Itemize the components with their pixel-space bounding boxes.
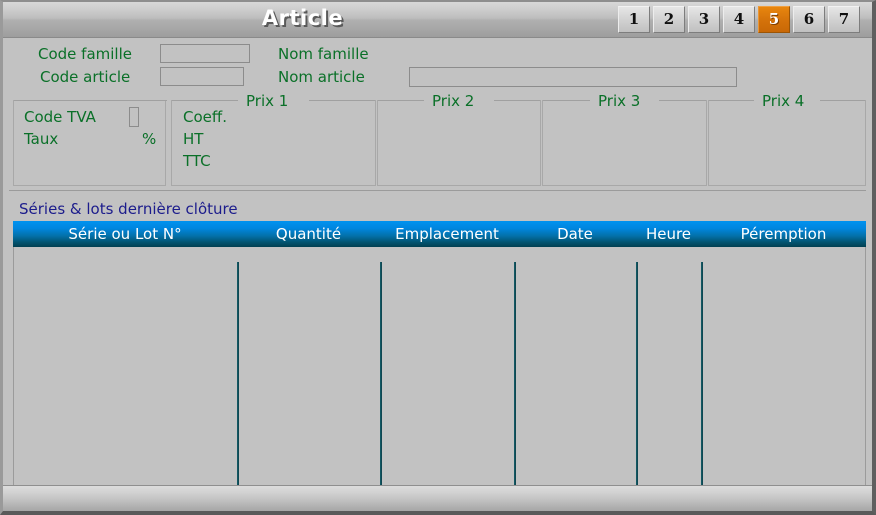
code-famille-label: Code famille	[38, 45, 132, 63]
prix-1-coeff-label: Coeff.	[183, 108, 227, 126]
nom-famille-label: Nom famille	[278, 45, 369, 63]
application-window: Article 1 2 3 4 5 6 7 Code famille Nom f…	[0, 0, 876, 515]
prix-2-title: Prix 2	[426, 92, 481, 110]
grid-column-header-serie[interactable]: Série ou Lot N°	[13, 221, 237, 247]
series-section-divider	[9, 190, 866, 191]
nav-button-4[interactable]: 4	[723, 6, 755, 33]
prix-4-group	[708, 100, 866, 186]
code-tva-input[interactable]	[129, 107, 139, 127]
taux-percent-symbol: %	[142, 130, 157, 148]
grid-column-header-date[interactable]: Date	[514, 221, 636, 247]
grid-column-divider-4	[636, 262, 638, 488]
prix-3-title: Prix 3	[592, 92, 647, 110]
series-section-caption: Séries & lots dernière clôture	[19, 200, 238, 218]
nav-button-6[interactable]: 6	[793, 6, 825, 33]
status-bar	[3, 485, 872, 511]
taux-label: Taux	[24, 130, 59, 148]
nom-article-label: Nom article	[278, 68, 365, 86]
grid-column-divider-3	[514, 262, 516, 488]
code-article-input[interactable]	[160, 67, 244, 86]
grid-column-header-peremption[interactable]: Péremption	[701, 221, 866, 247]
prix-4-title: Prix 4	[756, 92, 811, 110]
title-bar: Article 1 2 3 4 5 6 7	[3, 2, 872, 38]
grid-column-divider-2	[380, 262, 382, 488]
grid-body[interactable]	[13, 247, 866, 490]
nav-button-2[interactable]: 2	[653, 6, 685, 33]
prix-2-group	[377, 100, 541, 186]
form-body: Code famille Nom famille Code article No…	[3, 38, 872, 511]
nav-button-5[interactable]: 5	[758, 6, 790, 33]
prix-1-title: Prix 1	[240, 92, 295, 110]
prix-3-group	[542, 100, 707, 186]
grid-column-header-emplacement[interactable]: Emplacement	[380, 221, 514, 247]
grid-column-header-quantite[interactable]: Quantité	[237, 221, 380, 247]
nav-button-3[interactable]: 3	[688, 6, 720, 33]
nav-button-7[interactable]: 7	[828, 6, 860, 33]
code-tva-label: Code TVA	[24, 108, 96, 126]
grid-column-divider-5	[701, 262, 703, 488]
nav-button-1[interactable]: 1	[618, 6, 650, 33]
prix-1-ttc-label: TTC	[183, 152, 211, 170]
code-famille-input[interactable]	[160, 44, 250, 63]
grid-column-header-heure[interactable]: Heure	[636, 221, 701, 247]
grid-column-divider-1	[237, 262, 239, 488]
nom-article-input[interactable]	[409, 67, 737, 87]
prix-1-ht-label: HT	[183, 130, 204, 148]
code-article-label: Code article	[40, 68, 131, 86]
page-nav-buttons: 1 2 3 4 5 6 7	[618, 6, 860, 33]
grid-header-row: Série ou Lot N° Quantité Emplacement Dat…	[13, 221, 866, 247]
